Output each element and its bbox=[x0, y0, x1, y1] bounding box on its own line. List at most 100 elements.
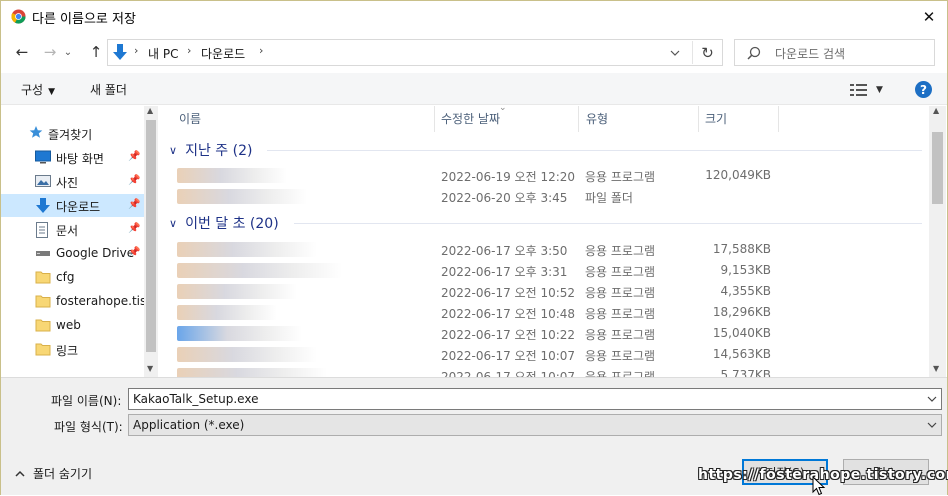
folder-icon bbox=[35, 270, 51, 285]
file-date: 2022-06-17 오후 3:50 bbox=[441, 244, 568, 258]
sidebar-item-label: 다운로드 bbox=[56, 200, 101, 214]
filetype-value: Application (*.exe) bbox=[133, 418, 245, 432]
table-row[interactable]: 2022-06-17 오후 3:31 응용 프로그램 9,153KB bbox=[159, 260, 929, 281]
drive-icon bbox=[35, 246, 51, 261]
table-row[interactable]: 2022-06-17 오후 3:50 응용 프로그램 17,588KB bbox=[159, 239, 929, 260]
sidebar-item-web[interactable]: web bbox=[1, 314, 144, 337]
file-list: ⌄ 이름 수정한 날짜 유형 크기 ∨ 지난 주 (2) 2022-06-19 … bbox=[159, 106, 947, 377]
up-arrow-icon: ↑ bbox=[89, 43, 103, 61]
recent-locations-button[interactable]: ⌄ bbox=[61, 40, 75, 64]
column-header-size[interactable]: 크기 bbox=[705, 106, 727, 130]
breadcrumb-this-pc[interactable]: 내 PC bbox=[148, 45, 178, 62]
up-button[interactable]: ↑ bbox=[85, 40, 107, 64]
filetype-label: 파일 형식(T): bbox=[54, 420, 123, 434]
column-divider[interactable] bbox=[778, 106, 779, 132]
new-folder-button[interactable]: 새 폴더 bbox=[90, 81, 127, 98]
chevron-down-icon bbox=[927, 422, 937, 428]
details-view-icon bbox=[850, 84, 867, 96]
chevron-down-icon bbox=[670, 50, 680, 56]
file-type: 응용 프로그램 bbox=[585, 244, 656, 258]
refresh-button[interactable]: ↻ bbox=[692, 41, 722, 64]
file-name-blurred bbox=[177, 305, 277, 320]
filename-label: 파일 이름(N): bbox=[51, 394, 122, 408]
pin-icon: 📌 bbox=[128, 247, 141, 258]
chevron-down-icon: ∨ bbox=[169, 143, 178, 157]
close-button[interactable]: ✕ bbox=[913, 4, 945, 30]
sidebar-item-downloads[interactable]: 다운로드 📌 bbox=[1, 194, 144, 217]
table-row[interactable]: 2022-06-17 오전 10:07 응용 프로그램 14,563KB bbox=[159, 344, 929, 365]
scrollbar-thumb[interactable] bbox=[932, 132, 943, 204]
sidebar-item-fosterahope[interactable]: fosterahope.tistc bbox=[1, 290, 158, 313]
chevron-down-icon[interactable] bbox=[927, 394, 937, 404]
caret-down-icon: ▼ bbox=[876, 85, 883, 95]
sidebar-item-documents[interactable]: 문서 📌 bbox=[1, 218, 144, 241]
address-dropdown-button[interactable] bbox=[664, 44, 686, 62]
sidebar-item-quick-access[interactable]: 즐겨찾기 bbox=[1, 122, 144, 145]
file-name-blurred bbox=[177, 263, 342, 278]
file-date: 2022-06-17 오전 10:07 bbox=[441, 370, 576, 377]
sidebar-item-desktop[interactable]: 바탕 화면 📌 bbox=[1, 146, 144, 169]
filetype-select[interactable]: Application (*.exe) bbox=[128, 414, 942, 436]
caret-down-icon: ▼ bbox=[48, 87, 56, 97]
hide-folders-button[interactable]: 폴더 숨기기 bbox=[15, 465, 92, 482]
column-header-type[interactable]: 유형 bbox=[586, 106, 608, 130]
column-header-name[interactable]: 이름 bbox=[179, 106, 201, 130]
pin-icon: 📌 bbox=[128, 223, 141, 234]
filename-field[interactable]: KakaoTalk_Setup.exe bbox=[128, 388, 942, 410]
chevron-up-icon bbox=[15, 470, 25, 477]
file-name-blurred bbox=[177, 168, 287, 183]
documents-icon bbox=[35, 222, 51, 238]
desktop-icon bbox=[35, 150, 51, 165]
column-header-date[interactable]: 수정한 날짜 bbox=[441, 106, 500, 130]
file-name-blurred bbox=[177, 284, 297, 299]
table-row[interactable]: 2022-06-17 오전 10:07 응용 프로그램 5,737KB bbox=[159, 365, 929, 377]
sidebar-item-cfg[interactable]: cfg bbox=[1, 266, 144, 289]
file-type: 응용 프로그램 bbox=[585, 328, 656, 342]
scroll-down-icon[interactable]: ▼ bbox=[147, 364, 153, 373]
sidebar-item-label: fosterahope.tistc bbox=[56, 294, 158, 308]
download-icon bbox=[35, 198, 51, 213]
group-divider bbox=[267, 150, 922, 151]
organize-menu-button[interactable]: 구성 ▼ bbox=[21, 81, 55, 98]
file-type: 응용 프로그램 bbox=[585, 286, 656, 300]
table-row[interactable]: 2022-06-20 오후 3:45 파일 폴더 bbox=[159, 186, 929, 207]
sidebar-item-label: 문서 bbox=[56, 224, 79, 238]
command-toolbar: 구성 ▼ 새 폴더 ▼ ? bbox=[1, 73, 947, 105]
change-view-button[interactable]: ▼ bbox=[850, 82, 890, 98]
file-size: 17,588KB bbox=[712, 242, 771, 256]
sidebar-item-google-drive[interactable]: Google Drive 📌 bbox=[1, 242, 144, 265]
navigation-scrollbar[interactable]: ▲ ▼ bbox=[144, 106, 158, 377]
file-date: 2022-06-17 오후 3:31 bbox=[441, 265, 568, 279]
table-row[interactable]: 2022-06-17 오전 10:52 응용 프로그램 4,355KB bbox=[159, 281, 929, 302]
sidebar-item-pictures[interactable]: 사진 📌 bbox=[1, 170, 144, 193]
file-date: 2022-06-20 오후 3:45 bbox=[441, 191, 568, 205]
column-divider[interactable] bbox=[578, 106, 579, 132]
chrome-icon bbox=[11, 9, 26, 24]
help-button[interactable]: ? bbox=[915, 81, 932, 98]
sidebar-item-links[interactable]: 링크 bbox=[1, 338, 144, 361]
group-header-last-week[interactable]: ∨ 지난 주 (2) bbox=[169, 139, 252, 161]
sidebar-item-label: web bbox=[56, 318, 81, 332]
file-type: 응용 프로그램 bbox=[585, 349, 656, 363]
table-row[interactable]: 2022-06-19 오전 12:20 응용 프로그램 120,049KB bbox=[159, 165, 929, 186]
table-row[interactable]: 2022-06-17 오전 10:48 응용 프로그램 18,296KB bbox=[159, 302, 929, 323]
scroll-down-icon[interactable]: ▼ bbox=[933, 364, 939, 373]
file-name-blurred bbox=[177, 347, 317, 362]
breadcrumb-downloads[interactable]: 다운로드 bbox=[201, 45, 245, 62]
group-header-earlier-this-month[interactable]: ∨ 이번 달 초 (20) bbox=[169, 212, 279, 234]
refresh-icon: ↻ bbox=[701, 43, 714, 62]
file-list-scrollbar[interactable]: ▲ ▼ bbox=[929, 106, 946, 377]
column-divider[interactable] bbox=[434, 106, 435, 132]
column-divider[interactable] bbox=[698, 106, 699, 132]
scroll-up-icon[interactable]: ▲ bbox=[147, 106, 153, 115]
search-input[interactable]: 다운로드 검색 bbox=[734, 39, 935, 66]
address-bar[interactable]: › 내 PC › 다운로드 › ↻ bbox=[107, 39, 723, 66]
file-type: 응용 프로그램 bbox=[585, 170, 656, 184]
pin-icon: 📌 bbox=[128, 175, 141, 186]
scroll-up-icon[interactable]: ▲ bbox=[933, 106, 939, 115]
table-row[interactable]: 2022-06-17 오전 10:22 응용 프로그램 15,040KB bbox=[159, 323, 929, 344]
forward-button[interactable]: → bbox=[39, 40, 61, 64]
chevron-down-icon: ∨ bbox=[169, 216, 178, 230]
back-button[interactable]: ← bbox=[11, 40, 33, 64]
scrollbar-thumb[interactable] bbox=[146, 120, 156, 352]
